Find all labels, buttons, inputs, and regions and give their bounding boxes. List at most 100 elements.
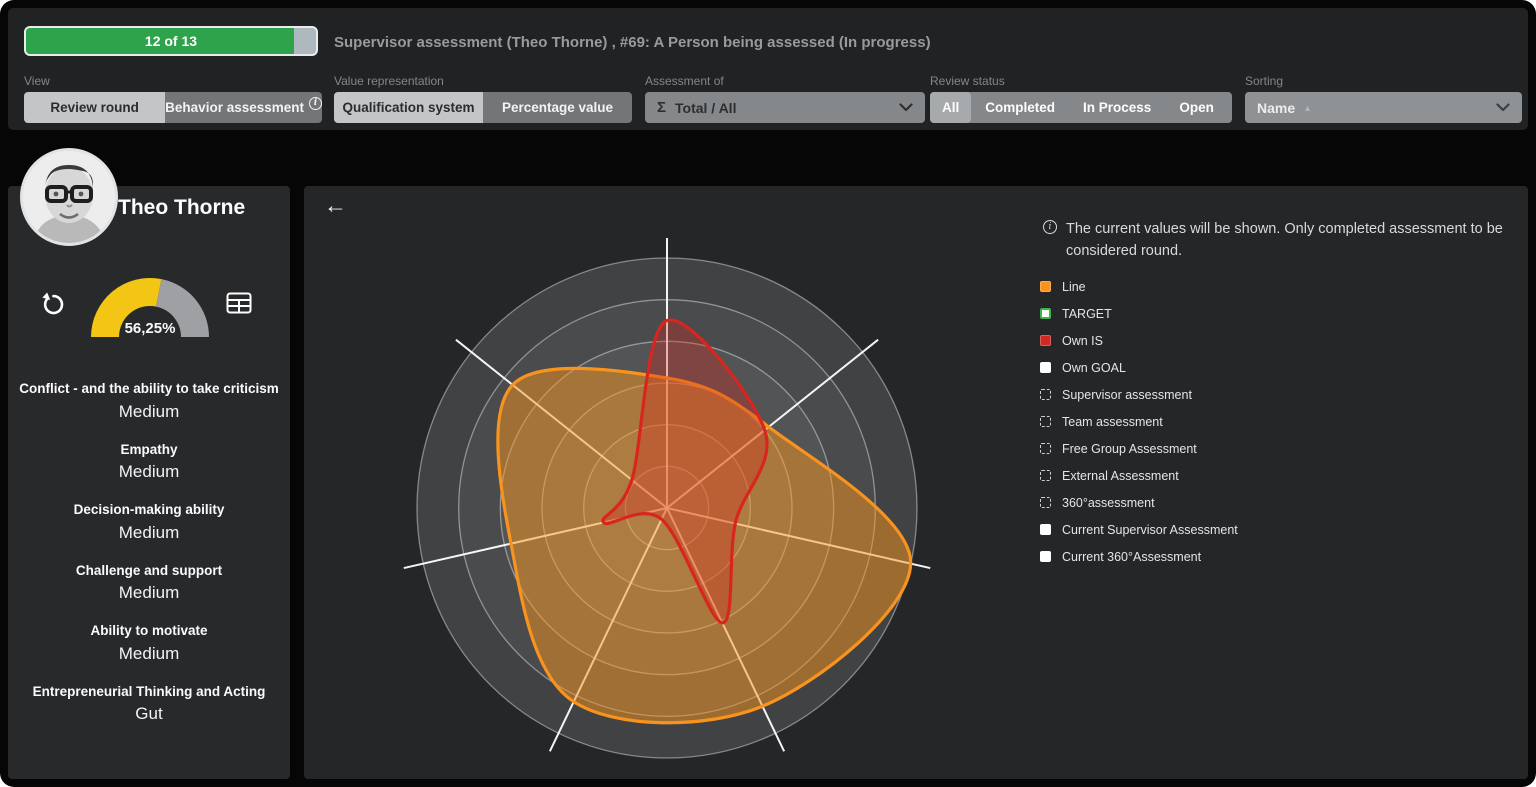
page-title: Supervisor assessment (Theo Thorne) , #6… bbox=[334, 34, 931, 51]
sigma-icon: Σ bbox=[657, 99, 666, 116]
value-option-label: Percentage value bbox=[502, 100, 613, 115]
competency-value: Medium bbox=[18, 642, 280, 667]
review-status-segmented-control: All Completed In Process Open bbox=[930, 92, 1232, 123]
status-option-label: Open bbox=[1179, 100, 1214, 115]
legend-label: Current 360°Assessment bbox=[1062, 550, 1201, 564]
top-bar: 12 of 13 Supervisor assessment (Theo Tho… bbox=[8, 8, 1528, 130]
sort-ascending-icon: ▲ bbox=[1303, 103, 1312, 113]
status-option-completed[interactable]: Completed bbox=[971, 92, 1069, 123]
competency-item: EmpathyMedium bbox=[18, 439, 280, 486]
competency-item: Decision-making abilityMedium bbox=[18, 499, 280, 546]
value-option-percentage-value[interactable]: Percentage value bbox=[483, 92, 632, 123]
assessment-of-value: Total / All bbox=[675, 100, 736, 116]
legend-item-external-assessment[interactable]: External Assessment bbox=[1040, 462, 1518, 489]
legend-item-team-assessment[interactable]: Team assessment bbox=[1040, 408, 1518, 435]
legend-swatch bbox=[1040, 524, 1051, 535]
back-button[interactable]: ← bbox=[324, 194, 347, 217]
status-option-in-process[interactable]: In Process bbox=[1069, 92, 1165, 123]
legend-swatch bbox=[1040, 416, 1051, 427]
competency-name: Empathy bbox=[18, 439, 280, 461]
status-option-label: All bbox=[942, 100, 959, 115]
legend-swatch bbox=[1040, 443, 1051, 454]
assessment-of-select[interactable]: Σ Total / All bbox=[645, 92, 925, 123]
view-label: View bbox=[24, 74, 50, 88]
competency-value: Medium bbox=[18, 460, 280, 485]
competency-name: Decision-making ability bbox=[18, 499, 280, 521]
chevron-down-icon bbox=[1496, 103, 1510, 112]
competency-value: Gut bbox=[18, 702, 280, 727]
view-option-review-round[interactable]: Review round bbox=[24, 92, 165, 123]
value-option-qualification-system[interactable]: Qualification system bbox=[334, 92, 483, 123]
competency-name: Ability to motivate bbox=[18, 620, 280, 642]
legend-label: Free Group Assessment bbox=[1062, 442, 1197, 456]
person-sidebar: Theo Thorne 56,25% Conflict - and the ab… bbox=[8, 186, 290, 779]
radar-chart bbox=[387, 228, 947, 779]
value-representation-label: Value representation bbox=[334, 74, 444, 88]
competency-name: Challenge and support bbox=[18, 560, 280, 582]
legend-swatch bbox=[1040, 308, 1051, 319]
legend-label: Own IS bbox=[1062, 334, 1103, 348]
legend-swatch bbox=[1040, 497, 1051, 508]
legend-item-line[interactable]: Line bbox=[1040, 273, 1518, 300]
table-view-icon[interactable] bbox=[224, 288, 254, 318]
reset-icon[interactable] bbox=[38, 288, 68, 318]
chart-legend: i The current values will be shown. Only… bbox=[1040, 218, 1518, 570]
legend-label: External Assessment bbox=[1062, 469, 1179, 483]
assessment-of-label: Assessment of bbox=[645, 74, 724, 88]
legend-label: Supervisor assessment bbox=[1062, 388, 1192, 402]
value-option-label: Qualification system bbox=[342, 100, 474, 115]
sorting-label: Sorting bbox=[1245, 74, 1283, 88]
competency-value: Medium bbox=[18, 521, 280, 546]
competency-value: Medium bbox=[18, 581, 280, 606]
progress-bar: 12 of 13 bbox=[24, 26, 318, 56]
value-representation-segmented-control: Qualification system Percentage value bbox=[334, 92, 632, 123]
legend-item-target[interactable]: TARGET bbox=[1040, 300, 1518, 327]
competency-item: Conflict - and the ability to take criti… bbox=[18, 378, 280, 425]
legend-item-free-group-assessment[interactable]: Free Group Assessment bbox=[1040, 435, 1518, 462]
legend-items: Line TARGET Own IS Own GOAL Supervisor asses… bbox=[1040, 273, 1518, 570]
sorting-select[interactable]: Name ▲ bbox=[1245, 92, 1522, 123]
chevron-down-icon bbox=[899, 103, 913, 112]
competency-value: Medium bbox=[18, 400, 280, 425]
progress-label: 12 of 13 bbox=[26, 28, 316, 54]
status-option-all[interactable]: All bbox=[930, 92, 971, 123]
legend-item-current-360-assessment[interactable]: Current 360°Assessment bbox=[1040, 543, 1518, 570]
competency-name: Entrepreneurial Thinking and Acting bbox=[18, 681, 280, 703]
status-option-open[interactable]: Open bbox=[1165, 92, 1228, 123]
legend-item-current-supervisor-assessment[interactable]: Current Supervisor Assessment bbox=[1040, 516, 1518, 543]
legend-swatch bbox=[1040, 389, 1051, 400]
legend-swatch bbox=[1040, 551, 1051, 562]
competency-item: Ability to motivateMedium bbox=[18, 620, 280, 667]
chart-panel: ← i The current values will be shown. On… bbox=[304, 186, 1528, 779]
person-name: Theo Thorne bbox=[118, 196, 245, 220]
view-segmented-control: Review round Behavior assessment i bbox=[24, 92, 322, 123]
view-option-label: Review round bbox=[50, 100, 139, 115]
gauge-percent-label: 56,25% bbox=[88, 320, 212, 337]
info-icon: i bbox=[309, 97, 322, 110]
competency-item: Entrepreneurial Thinking and ActingGut bbox=[18, 681, 280, 728]
avatar bbox=[20, 148, 118, 246]
legend-swatch bbox=[1040, 470, 1051, 481]
legend-swatch bbox=[1040, 362, 1051, 373]
legend-label: Team assessment bbox=[1062, 415, 1163, 429]
status-option-label: Completed bbox=[985, 100, 1055, 115]
legend-label: Own GOAL bbox=[1062, 361, 1126, 375]
legend-item-360-assessment[interactable]: 360°assessment bbox=[1040, 489, 1518, 516]
status-option-label: In Process bbox=[1083, 100, 1151, 115]
competency-list: Conflict - and the ability to take criti… bbox=[8, 378, 290, 741]
legend-info: i The current values will be shown. Only… bbox=[1040, 218, 1518, 262]
legend-label: TARGET bbox=[1062, 307, 1112, 321]
legend-item-own-is[interactable]: Own IS bbox=[1040, 327, 1518, 354]
legend-label: Line bbox=[1062, 280, 1086, 294]
legend-label: Current Supervisor Assessment bbox=[1062, 523, 1238, 537]
info-icon: i bbox=[1043, 220, 1057, 234]
view-option-label: Behavior assessment bbox=[165, 100, 304, 115]
legend-item-supervisor-assessment[interactable]: Supervisor assessment bbox=[1040, 381, 1518, 408]
legend-item-own-goal[interactable]: Own GOAL bbox=[1040, 354, 1518, 381]
legend-swatch bbox=[1040, 281, 1051, 292]
sorting-value: Name bbox=[1257, 100, 1295, 116]
app-window: 12 of 13 Supervisor assessment (Theo Tho… bbox=[0, 0, 1536, 787]
view-option-behavior-assessment[interactable]: Behavior assessment i bbox=[165, 92, 322, 123]
legend-swatch bbox=[1040, 335, 1051, 346]
legend-info-text: The current values will be shown. Only c… bbox=[1066, 218, 1518, 262]
